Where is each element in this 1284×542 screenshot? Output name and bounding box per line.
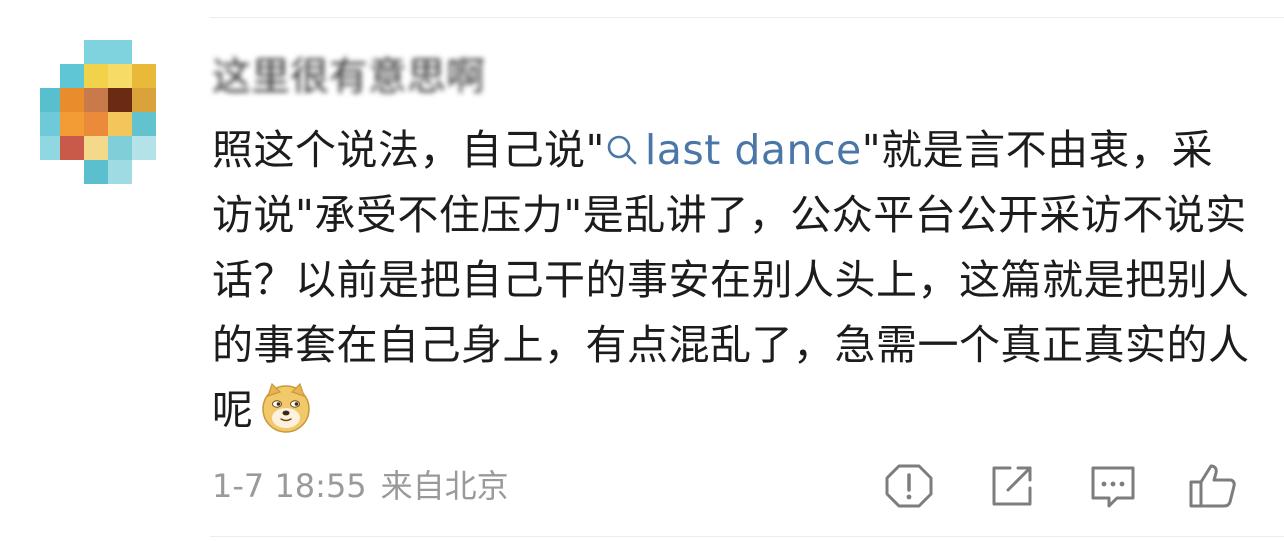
comment-text-part-1: 照这个说法，自己说" bbox=[212, 126, 605, 174]
pixelated-avatar-icon bbox=[40, 40, 176, 184]
bottom-divider bbox=[210, 536, 1284, 537]
magnifier-icon bbox=[607, 135, 637, 165]
like-button[interactable] bbox=[1187, 460, 1239, 512]
comment-text: 照这个说法，自己说" last dance"就是言不由衷，采访说"承受不住压力"是… bbox=[212, 118, 1252, 443]
comment-location: 来自北京 bbox=[380, 467, 509, 505]
user-avatar[interactable] bbox=[40, 40, 176, 184]
top-divider bbox=[210, 17, 1284, 18]
reply-button[interactable] bbox=[1087, 460, 1139, 512]
share-icon bbox=[992, 466, 1032, 506]
thumbs-up-icon bbox=[1189, 464, 1236, 508]
comment-icon bbox=[1091, 466, 1135, 508]
report-icon bbox=[885, 464, 933, 508]
doge-emoji-icon bbox=[261, 382, 310, 433]
comment-date: 1-7 18:55 bbox=[212, 467, 367, 505]
share-button[interactable] bbox=[986, 460, 1038, 512]
comment-meta: 1-7 18:55 来自北京 bbox=[212, 462, 509, 510]
username[interactable]: 这里很有意思啊 bbox=[212, 52, 485, 104]
topic-link-label: last dance bbox=[644, 126, 862, 174]
topic-link[interactable]: last dance bbox=[605, 126, 862, 174]
report-button[interactable] bbox=[883, 460, 935, 512]
